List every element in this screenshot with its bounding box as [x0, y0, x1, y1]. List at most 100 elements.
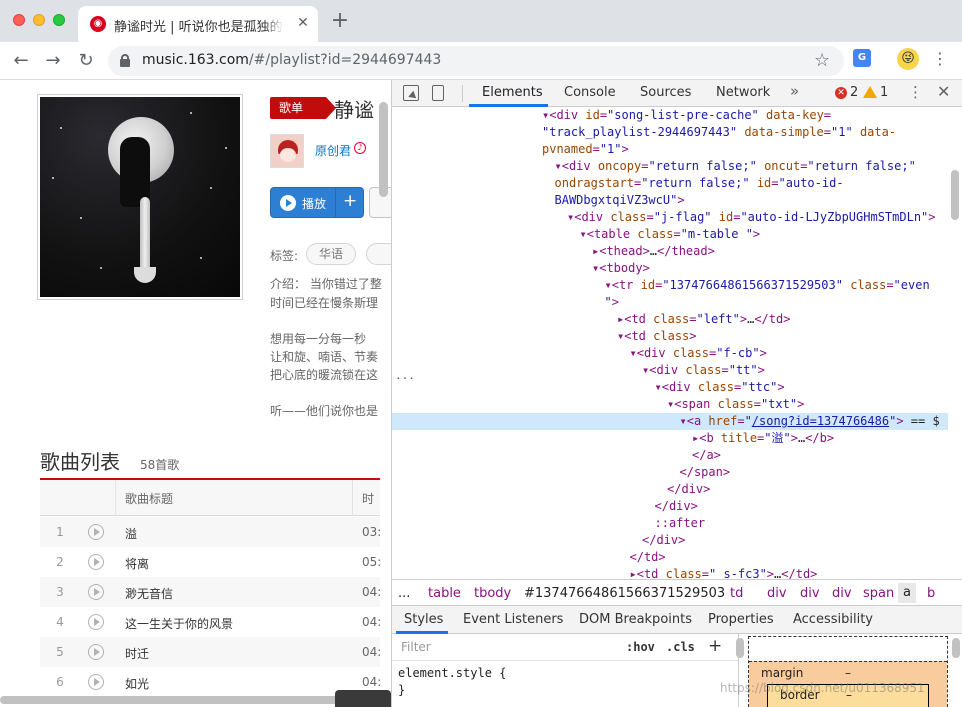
tag-chip[interactable]: 华语 — [306, 243, 357, 265]
table-row[interactable]: 4 这一生关于你的风景 04: — [40, 607, 381, 637]
dom-node-line[interactable]: ▾<tbody> — [392, 260, 948, 277]
song-title-link[interactable]: 溢 — [125, 525, 137, 542]
dom-node-line[interactable]: ▸<td class="left">…</td> — [392, 311, 948, 328]
hover-state-toggle[interactable]: :hov — [626, 640, 655, 654]
class-toggle[interactable]: .cls — [666, 640, 695, 654]
song-title-link[interactable]: 这一生关于你的风景 — [125, 615, 233, 632]
url-text[interactable]: music.163.com/#/playlist?id=2944697443 — [142, 52, 441, 68]
dom-node-line[interactable]: ▾<div class="j-flag" id="auto-id-LJyZbpU… — [392, 209, 948, 226]
styles-filter-input[interactable]: Filter — [395, 637, 613, 658]
breadcrumb-item[interactable]: a — [898, 583, 916, 603]
dom-node-line[interactable]: ▾<div class="tt"> — [392, 362, 948, 379]
breadcrumb-item[interactable]: div — [800, 586, 820, 601]
dom-node-line[interactable]: ▾<td class> — [392, 328, 948, 345]
warning-count[interactable]: 1 — [880, 85, 888, 100]
address-bar[interactable]: music.163.com/#/playlist?id=2944697443 ☆ — [108, 46, 844, 76]
table-row[interactable]: 6 如光 04: — [40, 667, 381, 697]
subtab-dom-breakpoints[interactable]: DOM Breakpoints — [579, 612, 692, 627]
dom-node-line[interactable]: ▾<tr id="13747664861566371529503" class=… — [392, 277, 948, 294]
dom-tree[interactable]: ▾<div id="song-list-pre-cache" data-key=… — [392, 107, 948, 579]
tab-close-icon[interactable]: ✕ — [294, 14, 312, 32]
back-arrow-icon[interactable]: ← — [9, 49, 33, 73]
dom-node-selected[interactable]: ▾<a href="/song?id=1374766486"> == $ — [392, 413, 948, 430]
song-title-link[interactable]: 如光 — [125, 675, 149, 692]
breadcrumb-item[interactable]: ... — [398, 586, 410, 601]
play-circle-icon[interactable] — [88, 614, 104, 630]
creator-avatar[interactable] — [270, 134, 304, 168]
page-horizontal-scrollbar[interactable] — [0, 696, 340, 704]
tab-network[interactable]: Network — [716, 85, 770, 100]
new-style-rule-button[interactable]: + — [708, 636, 722, 656]
play-circle-icon[interactable] — [88, 524, 104, 540]
margin-value[interactable]: – — [845, 666, 851, 680]
breadcrumb-item[interactable]: #13747664861566371529503 — [524, 586, 725, 601]
play-circle-icon[interactable] — [88, 644, 104, 660]
dom-node-line[interactable]: "track_playlist-2944697443" data-simple=… — [392, 124, 948, 141]
window-zoom-button[interactable] — [53, 14, 65, 26]
dom-tree-scrollbar[interactable] — [951, 170, 959, 220]
playlist-cover[interactable] — [37, 94, 243, 300]
tab-elements[interactable]: Elements — [482, 85, 543, 100]
devtools-close-icon[interactable]: ✕ — [937, 82, 950, 101]
table-row[interactable]: 2 将离 05: — [40, 547, 381, 577]
box-model-scrollbar[interactable] — [952, 638, 960, 658]
tag-chip-partial[interactable] — [366, 243, 391, 265]
table-row[interactable]: 3 渺无音信 04: — [40, 577, 381, 607]
dom-node-line[interactable]: ▾<div class="f-cb"> — [392, 345, 948, 362]
dom-node-line[interactable]: ▾<div oncopy="return false;" oncut="retu… — [392, 158, 948, 175]
dom-node-line[interactable]: </td> — [392, 549, 948, 566]
add-to-queue-button[interactable]: + — [343, 191, 357, 211]
bookmark-star-icon[interactable]: ☆ — [814, 50, 830, 71]
dom-node-line[interactable]: ▾<span class="txt"> — [392, 396, 948, 413]
play-circle-icon[interactable] — [88, 584, 104, 600]
inspect-element-icon[interactable] — [403, 85, 419, 101]
dom-node-line[interactable]: ondragstart="return false;" id="auto-id- — [392, 175, 948, 192]
dom-node-line[interactable]: </div> — [392, 481, 948, 498]
dom-node-line[interactable]: </div> — [392, 498, 948, 515]
subtab-styles[interactable]: Styles — [404, 612, 443, 627]
breadcrumb-item[interactable]: div — [767, 586, 787, 601]
creator-name-link[interactable]: 原创君 — [315, 142, 351, 159]
dom-node-line[interactable]: "> — [392, 294, 948, 311]
page-vertical-scrollbar[interactable] — [379, 102, 388, 197]
song-title-link[interactable]: 将离 — [125, 555, 149, 572]
devtools-menu-icon[interactable]: ⋮ — [908, 83, 923, 101]
dom-node-line[interactable]: ▾<div class="ttc"> — [392, 379, 948, 396]
dom-node-line[interactable]: pvnamed="1"> — [392, 141, 948, 158]
tab-sources[interactable]: Sources — [640, 85, 691, 100]
subtab-properties[interactable]: Properties — [708, 612, 774, 627]
dom-node-line[interactable]: ▸<b title="溢">…</b> — [392, 430, 948, 447]
dom-line-ellipsis[interactable]: ... — [395, 369, 415, 382]
error-count[interactable]: 2 — [850, 85, 858, 100]
browser-menu-icon[interactable]: ⋮ — [932, 48, 948, 70]
reload-icon[interactable]: ↻ — [74, 49, 98, 73]
song-title-link[interactable]: 渺无音信 — [125, 585, 173, 602]
new-tab-button[interactable]: + — [330, 10, 350, 32]
translate-extension-icon[interactable]: G — [853, 49, 871, 67]
browser-tab-active[interactable]: ◉ 静谧时光 | 听说你也是孤独的人 - ✕ — [78, 6, 318, 42]
table-row[interactable]: 1 溢 03: — [40, 517, 381, 547]
play-all-button[interactable]: 播放 + — [270, 187, 364, 218]
styles-scrollbar[interactable] — [736, 638, 744, 658]
breadcrumb-item[interactable]: span — [863, 586, 894, 601]
window-minimize-button[interactable] — [33, 14, 45, 26]
breadcrumb-item[interactable]: b — [927, 586, 935, 601]
dom-node-line[interactable]: </div> — [392, 532, 948, 549]
device-toolbar-icon[interactable] — [432, 85, 444, 101]
dom-node-line[interactable]: </a> — [392, 447, 948, 464]
window-close-button[interactable] — [13, 14, 25, 26]
play-circle-icon[interactable] — [88, 554, 104, 570]
song-title-link[interactable]: 时迁 — [125, 645, 149, 662]
more-tabs-icon[interactable]: » — [790, 82, 799, 100]
tab-console[interactable]: Console — [564, 85, 616, 100]
profile-avatar-icon[interactable]: 😜 — [897, 48, 919, 70]
breadcrumb-item[interactable]: td — [730, 586, 743, 601]
forward-arrow-icon[interactable]: → — [41, 49, 65, 73]
dom-node-line[interactable]: ▾<table class="m-table "> — [392, 226, 948, 243]
table-row[interactable]: 5 时迁 04: — [40, 637, 381, 667]
breadcrumb-item[interactable]: tbody — [474, 586, 511, 601]
subtab-accessibility[interactable]: Accessibility — [793, 612, 873, 627]
breadcrumb-item[interactable]: table — [428, 586, 461, 601]
box-model-diagram[interactable]: margin – border – — [748, 636, 948, 707]
dom-node-line[interactable]: ::after — [392, 515, 948, 532]
